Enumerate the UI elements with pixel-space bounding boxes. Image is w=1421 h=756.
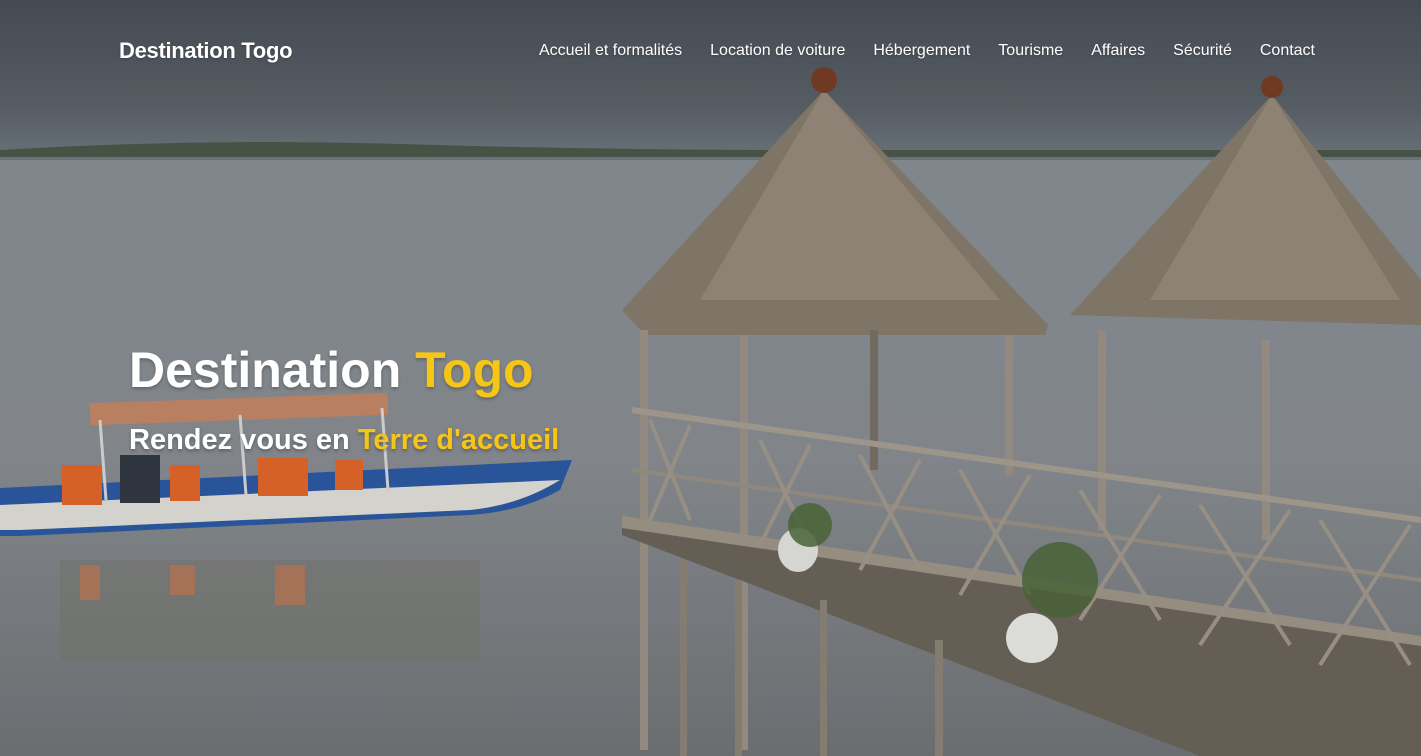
hero-title-text: Destination bbox=[129, 342, 416, 398]
nav-item-securite[interactable]: Sécurité bbox=[1173, 42, 1232, 60]
main-navigation: Accueil et formalités Location de voitur… bbox=[539, 42, 1315, 60]
nav-item-contact[interactable]: Contact bbox=[1260, 42, 1315, 60]
nav-item-hebergement[interactable]: Hébergement bbox=[873, 42, 970, 60]
hero-subtitle: Rendez vous en Terre d'accueil bbox=[129, 424, 559, 457]
nav-item-accueil[interactable]: Accueil et formalités bbox=[539, 42, 682, 60]
brand-logo[interactable]: Destination Togo bbox=[119, 38, 293, 64]
hero-title-accent: Togo bbox=[415, 342, 534, 398]
hero-subtitle-text: Rendez vous en bbox=[129, 424, 358, 456]
hero-subtitle-accent: Terre d'accueil bbox=[357, 424, 560, 456]
nav-item-affaires[interactable]: Affaires bbox=[1091, 42, 1145, 60]
nav-item-location-voiture[interactable]: Location de voiture bbox=[710, 42, 845, 60]
hero-section: Destination Togo Accueil et formalités L… bbox=[0, 0, 1421, 756]
hero-title: Destination Togo bbox=[129, 341, 534, 399]
nav-item-tourisme[interactable]: Tourisme bbox=[998, 42, 1063, 60]
